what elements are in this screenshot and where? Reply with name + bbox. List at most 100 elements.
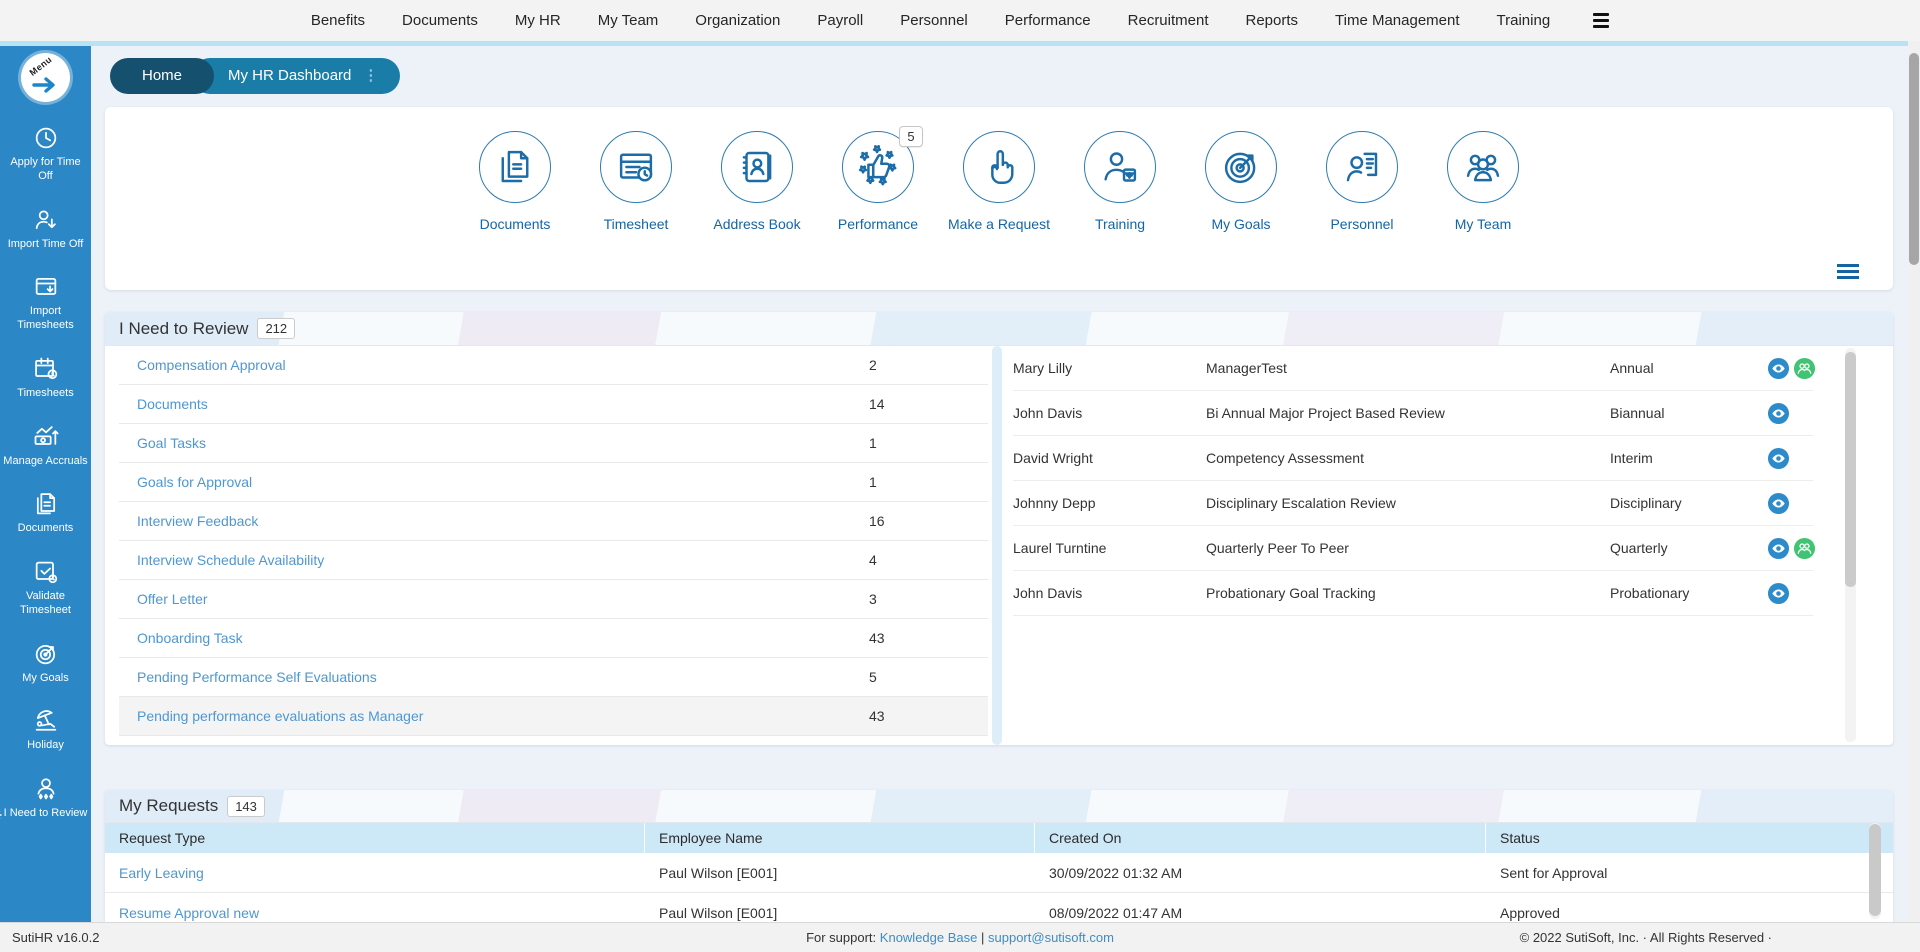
timesheet-icon bbox=[615, 146, 657, 188]
employee-name: John Davis bbox=[1013, 585, 1206, 601]
menu-toggle-button[interactable]: Menu bbox=[21, 53, 70, 102]
category-link[interactable]: Onboarding Task bbox=[137, 630, 243, 646]
documents-icon bbox=[494, 146, 536, 188]
requests-table-header: Request Type Employee Name Created On St… bbox=[105, 823, 1893, 853]
review-category-row[interactable]: Documents14 bbox=[119, 385, 988, 424]
quick-action-documents[interactable]: Documents bbox=[455, 131, 576, 233]
employee-name: Laurel Turntine bbox=[1013, 540, 1206, 556]
request-type-link[interactable]: Early Leaving bbox=[119, 865, 204, 881]
nav-training[interactable]: Training bbox=[1497, 12, 1551, 29]
nav-my-hr[interactable]: My HR bbox=[515, 12, 561, 29]
beach-holiday-icon bbox=[32, 707, 60, 735]
view-review-button[interactable] bbox=[1767, 402, 1790, 425]
scrollbar-thumb[interactable] bbox=[1909, 53, 1919, 265]
review-category-row[interactable]: Offer Letter3 bbox=[119, 580, 988, 619]
sidebar-item-i-need-to-review[interactable]: I Need to Review bbox=[0, 775, 91, 821]
nav-recruitment[interactable]: Recruitment bbox=[1128, 12, 1209, 29]
column-header-employee-name: Employee Name bbox=[645, 823, 1035, 853]
sidebar-item-manage-accruals[interactable]: Manage Accruals bbox=[0, 423, 91, 469]
sidebar-item-apply-for-time-off[interactable]: Apply for Time Off bbox=[0, 124, 91, 184]
nav-personnel[interactable]: Personnel bbox=[900, 12, 968, 29]
sidebar-item-import-time-off[interactable]: Import Time Off bbox=[0, 206, 91, 252]
request-type-link[interactable]: Resume Approval new bbox=[119, 905, 259, 921]
category-link[interactable]: Pending Performance Self Evaluations bbox=[137, 669, 377, 685]
nav-benefits[interactable]: Benefits bbox=[311, 12, 365, 29]
category-link[interactable]: Offer Letter bbox=[137, 591, 208, 607]
pointing-hand-icon bbox=[978, 146, 1020, 188]
review-category-row[interactable]: Onboarding Task43 bbox=[119, 619, 988, 658]
quick-action-make-a-request[interactable]: Make a Request bbox=[939, 131, 1060, 233]
quick-action-my-goals[interactable]: My Goals bbox=[1181, 131, 1302, 233]
page-scrollbar[interactable] bbox=[1908, 41, 1920, 922]
quick-action-address-book[interactable]: Address Book bbox=[697, 131, 818, 233]
breadcrumb-tabs: Home My HR Dashboard ⋮ bbox=[110, 58, 1920, 94]
request-created-on: 30/09/2022 01:32 AM bbox=[1035, 865, 1486, 881]
review-category-row[interactable]: Compensation Approval2 bbox=[119, 346, 988, 385]
category-link[interactable]: Goals for Approval bbox=[137, 474, 252, 490]
review-category-row[interactable]: Pending performance evaluations as Manag… bbox=[119, 697, 988, 736]
knowledge-base-link[interactable]: Knowledge Base bbox=[880, 930, 978, 945]
nav-menu-icon[interactable] bbox=[1593, 13, 1609, 28]
support-label: For support: bbox=[806, 930, 876, 945]
reviews-scrollbar[interactable] bbox=[1845, 348, 1856, 742]
category-link[interactable]: Documents bbox=[137, 396, 208, 412]
tab-options-icon[interactable]: ⋮ bbox=[363, 58, 378, 94]
requests-scrollbar[interactable] bbox=[1869, 823, 1881, 919]
category-link[interactable]: Interview Feedback bbox=[137, 513, 258, 529]
team-review-button[interactable] bbox=[1793, 357, 1816, 380]
view-review-button[interactable] bbox=[1767, 582, 1790, 605]
nav-reports[interactable]: Reports bbox=[1246, 12, 1299, 29]
review-type: Probationary bbox=[1610, 585, 1767, 601]
target-icon bbox=[32, 640, 60, 668]
review-type: Disciplinary bbox=[1610, 495, 1767, 511]
nav-my-team[interactable]: My Team bbox=[598, 12, 659, 29]
category-link[interactable]: Pending performance evaluations as Manag… bbox=[137, 708, 423, 724]
quick-action-performance[interactable]: 5 Performance bbox=[818, 131, 939, 233]
validate-check-icon bbox=[32, 558, 60, 586]
quick-action-personnel[interactable]: Personnel bbox=[1302, 131, 1423, 233]
category-link[interactable]: Interview Schedule Availability bbox=[137, 552, 324, 568]
review-name: Competency Assessment bbox=[1206, 450, 1610, 466]
category-link[interactable]: Goal Tasks bbox=[137, 435, 206, 451]
view-review-button[interactable] bbox=[1767, 357, 1790, 380]
employee-name: John Davis bbox=[1013, 405, 1206, 421]
review-category-row[interactable]: Interview Schedule Availability4 bbox=[119, 541, 988, 580]
quick-action-training[interactable]: Training bbox=[1060, 131, 1181, 233]
review-category-row[interactable]: Goal Tasks1 bbox=[119, 424, 988, 463]
review-category-row[interactable]: Interview Feedback16 bbox=[119, 502, 988, 541]
pending-review-row: Johnny Depp Disciplinary Escalation Revi… bbox=[1013, 481, 1813, 526]
list-scrollbar[interactable] bbox=[992, 346, 1002, 745]
quick-action-my-team[interactable]: My Team bbox=[1423, 131, 1544, 233]
sidebar-item-validate-timesheet[interactable]: Validate Timesheet bbox=[0, 558, 91, 618]
tab-my-hr-dashboard[interactable]: My HR Dashboard ⋮ bbox=[192, 58, 400, 94]
review-type: Interim bbox=[1610, 450, 1767, 466]
nav-documents[interactable]: Documents bbox=[402, 12, 478, 29]
sidebar-item-import-timesheets[interactable]: Import Timesheets bbox=[0, 273, 91, 333]
team-review-button[interactable] bbox=[1793, 537, 1816, 560]
review-category-row[interactable]: Goals for Approval1 bbox=[119, 463, 988, 502]
nav-time-management[interactable]: Time Management bbox=[1335, 12, 1460, 29]
section-title: I Need to Review bbox=[119, 319, 248, 339]
sidebar-item-my-goals[interactable]: My Goals bbox=[0, 640, 91, 686]
sidebar-item-documents[interactable]: Documents bbox=[0, 490, 91, 536]
view-review-button[interactable] bbox=[1767, 492, 1790, 515]
nav-performance[interactable]: Performance bbox=[1005, 12, 1091, 29]
nav-payroll[interactable]: Payroll bbox=[817, 12, 863, 29]
card-menu-icon[interactable] bbox=[1837, 264, 1859, 279]
category-link[interactable]: Compensation Approval bbox=[137, 357, 286, 373]
review-name: Probationary Goal Tracking bbox=[1206, 585, 1610, 601]
view-review-button[interactable] bbox=[1767, 447, 1790, 470]
nav-organization[interactable]: Organization bbox=[695, 12, 780, 29]
footer: SutiHR v16.0.2 For support: Knowledge Ba… bbox=[0, 922, 1920, 952]
tab-home[interactable]: Home bbox=[110, 58, 214, 94]
support-email-link[interactable]: support@sutisoft.com bbox=[988, 930, 1114, 945]
review-category-row[interactable]: Pending Performance Self Evaluations5 bbox=[119, 658, 988, 697]
my-requests-header: My Requests 143 bbox=[105, 790, 1893, 823]
quick-access-card: Documents Timesheet Address Book 5 Perfo… bbox=[105, 107, 1893, 290]
quick-action-timesheet[interactable]: Timesheet bbox=[576, 131, 697, 233]
person-import-icon bbox=[32, 206, 60, 234]
sidebar-item-timesheets[interactable]: Timesheets bbox=[0, 355, 91, 401]
employee-name: David Wright bbox=[1013, 450, 1206, 466]
sidebar-item-holiday[interactable]: Holiday bbox=[0, 707, 91, 753]
view-review-button[interactable] bbox=[1767, 537, 1790, 560]
